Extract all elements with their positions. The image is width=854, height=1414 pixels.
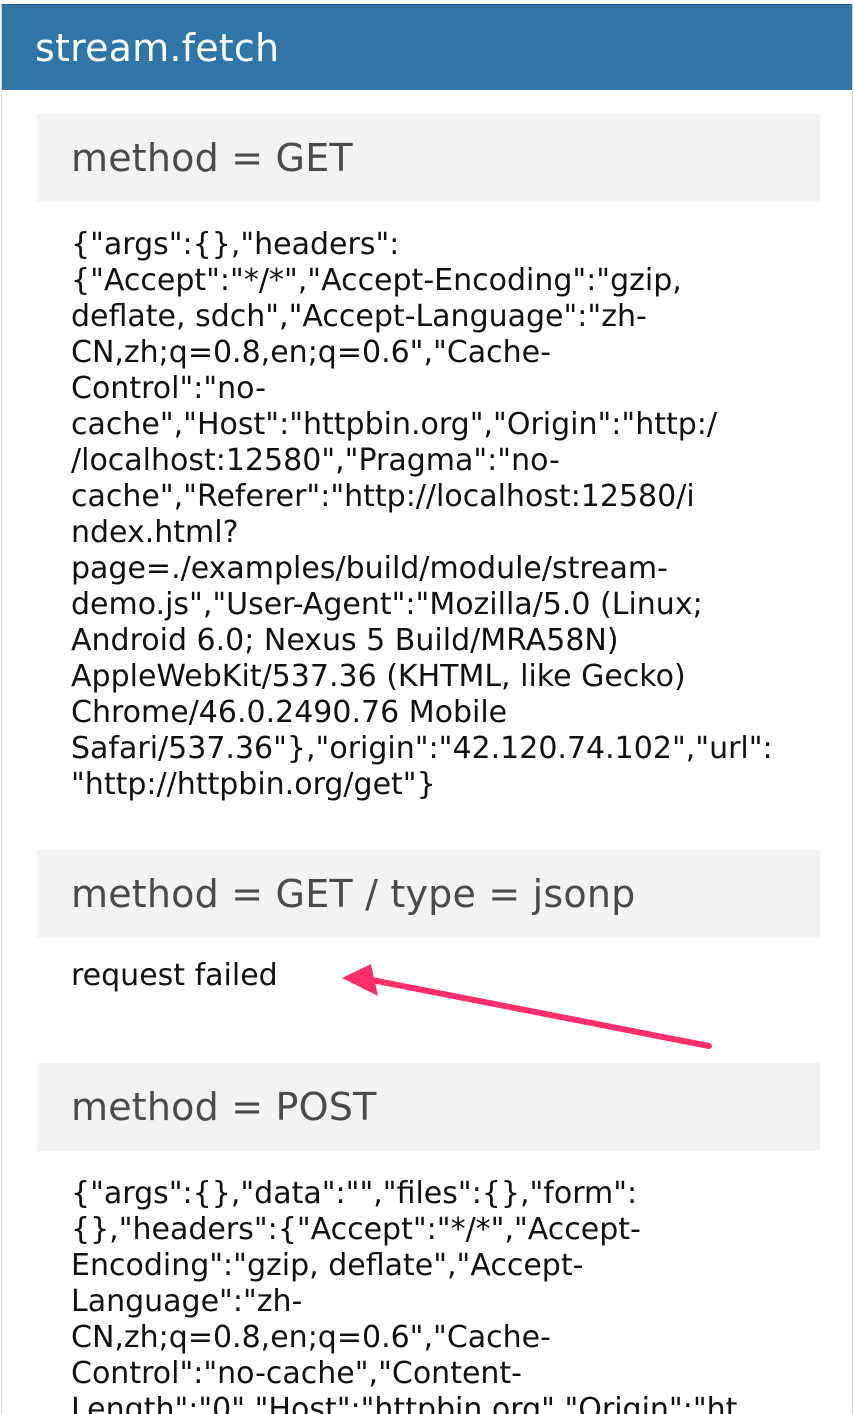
section-body-get: {"args":{},"headers": {"Accept":"*/*","A… <box>71 227 773 802</box>
page-title: stream.fetch <box>35 25 280 70</box>
section-title-get: method = GET <box>71 136 353 180</box>
section-body-jsonp: request failed <box>71 958 278 993</box>
section-jsonp: method = GET / type = jsonp request fail… <box>37 850 820 1011</box>
top-bar: stream.fetch <box>2 4 852 90</box>
section-header-get: method = GET <box>37 114 820 202</box>
section-title-jsonp: method = GET / type = jsonp <box>71 872 636 916</box>
section-header-post: method = POST <box>37 1063 820 1151</box>
section-get: method = GET {"args":{},"headers": {"Acc… <box>37 114 820 822</box>
section-title-post: method = POST <box>71 1085 377 1129</box>
section-header-jsonp: method = GET / type = jsonp <box>37 850 820 938</box>
content-area: method = GET {"args":{},"headers": {"Acc… <box>2 114 852 1414</box>
section-post: method = POST {"args":{},"data":"","file… <box>37 1063 820 1414</box>
section-body-post: {"args":{},"data":"","files":{},"form": … <box>71 1176 738 1414</box>
app-frame: stream.fetch method = GET {"args":{},"he… <box>1 4 853 1414</box>
